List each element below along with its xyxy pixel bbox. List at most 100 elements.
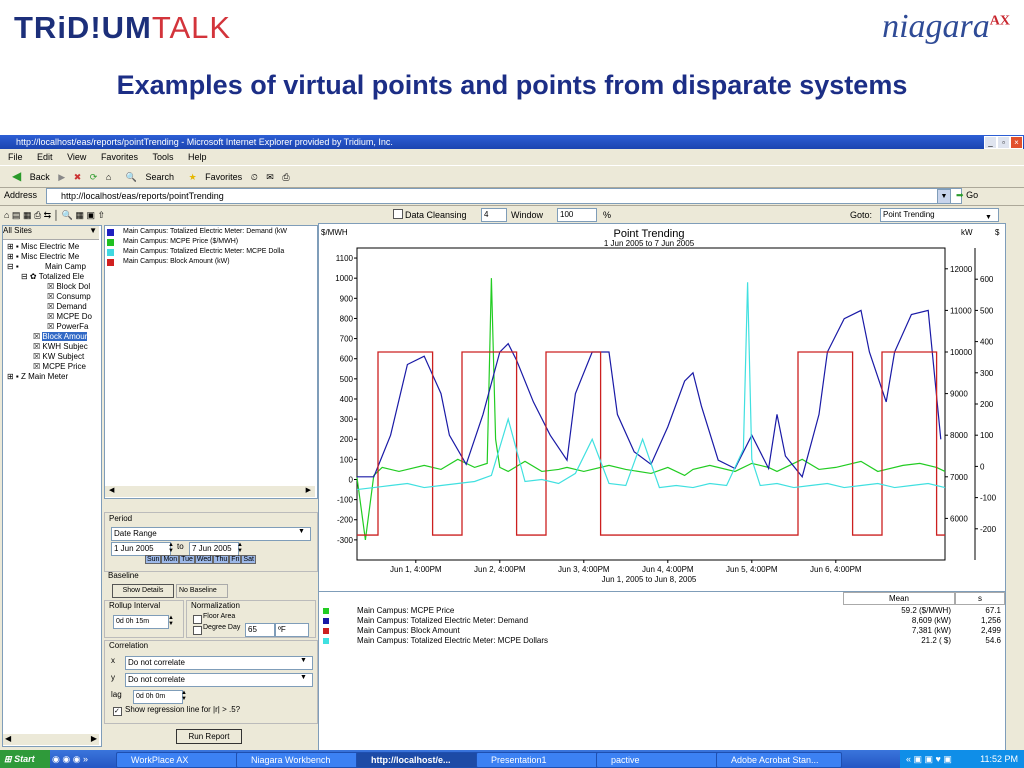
date-range-select[interactable]: Date Range bbox=[111, 527, 311, 541]
print-icon[interactable]: ⎙ bbox=[282, 172, 289, 182]
task-pactive[interactable]: pactive bbox=[596, 752, 722, 768]
tree-item[interactable]: ⊟ ✿ Totalized Ele bbox=[21, 272, 84, 281]
x-correlate-select[interactable]: Do not correlate bbox=[125, 656, 313, 670]
show-details-button[interactable]: Show Details bbox=[112, 584, 174, 598]
window-titlebar: http://localhost/eas/reports/pointTrendi… bbox=[0, 135, 1024, 149]
site-select[interactable]: All Sites ▼ bbox=[3, 226, 99, 240]
chevron-down-icon[interactable]: ▼ bbox=[300, 657, 307, 664]
day-button[interactable]: Tue bbox=[179, 555, 195, 564]
regression-checkbox[interactable]: ✓ bbox=[113, 707, 122, 716]
row-s: 67.1 bbox=[985, 606, 1001, 615]
tree-item[interactable]: ☒ KWH Subjec bbox=[33, 342, 88, 351]
refresh-icon[interactable]: ⟳ bbox=[90, 172, 98, 182]
home-icon[interactable]: ⌂ bbox=[106, 172, 111, 182]
address-input[interactable]: http://localhost/eas/reports/pointTrendi… bbox=[46, 188, 962, 204]
start-button[interactable]: ⊞ Start bbox=[0, 750, 50, 768]
back-button[interactable]: ◀ Back bbox=[6, 169, 50, 183]
menu-tools[interactable]: Tools bbox=[152, 152, 173, 162]
y-right2-tick-label: 0 bbox=[980, 462, 985, 471]
from-date-input[interactable]: 1 Jun 2005 bbox=[111, 542, 171, 556]
tree-item[interactable]: ⊟ ▪ Main Camp bbox=[7, 262, 86, 271]
chevron-down-icon[interactable]: ▼ bbox=[298, 528, 305, 535]
tree-item[interactable]: ⊞ ▪ Z Main Meter bbox=[7, 372, 68, 381]
maximize-button[interactable]: ▫ bbox=[997, 136, 1010, 149]
task-browser[interactable]: http://localhost/e... bbox=[356, 752, 482, 768]
search-button[interactable]: 🔍 Search bbox=[120, 172, 174, 182]
lag-spinner[interactable]: ▲ ▼ bbox=[181, 690, 187, 702]
tridium-talk-logo: TRiD!UMTALK bbox=[14, 10, 232, 45]
tree-item[interactable]: ☒ MCPE Price bbox=[33, 362, 86, 371]
data-cleansing-input[interactable]: 4 bbox=[481, 208, 507, 222]
address-label: Address bbox=[4, 190, 38, 200]
window-input[interactable]: 100 bbox=[557, 208, 597, 222]
floor-area-checkbox[interactable] bbox=[193, 615, 202, 624]
favorites-button[interactable]: ★ Favorites bbox=[183, 172, 243, 182]
tree-hscrollbar[interactable]: ◀ ▶ bbox=[3, 734, 99, 745]
task-workplace[interactable]: WorkPlace AX bbox=[116, 752, 242, 768]
day-button[interactable]: Thu bbox=[213, 555, 230, 564]
to-date-input[interactable]: 7 Jun 2005 bbox=[189, 542, 239, 556]
tree-item[interactable]: ☒ MCPE Do bbox=[47, 312, 92, 321]
day-button[interactable]: Sat bbox=[241, 555, 256, 564]
series-item[interactable]: Main Campus: Totalized Electric Meter: M… bbox=[123, 248, 284, 255]
tray-icons[interactable]: « ▣ ▣ ♥ ▣ bbox=[906, 754, 952, 764]
search-icon: 🔍 bbox=[125, 172, 138, 182]
data-cleansing-label: Data Cleansing bbox=[405, 210, 467, 220]
baseline-value[interactable]: No Baseline bbox=[176, 584, 228, 598]
y-right2-tick-label: -200 bbox=[980, 525, 997, 534]
day-button[interactable]: Wed bbox=[194, 555, 214, 564]
degree-day-checkbox[interactable] bbox=[193, 626, 202, 635]
chevron-down-icon[interactable]: ▼ bbox=[300, 674, 307, 681]
series-item[interactable]: Main Campus: MCPE Price ($/MWH) bbox=[123, 238, 238, 245]
day-button[interactable]: Sun bbox=[145, 555, 162, 564]
data-cleansing-checkbox[interactable] bbox=[393, 209, 403, 219]
series-hscrollbar[interactable]: ◀ ▶ bbox=[105, 486, 315, 497]
tree-item[interactable]: ⊞ ▪ Misc Electric Me bbox=[7, 242, 79, 251]
rollup-spinner[interactable]: ▲ ▼ bbox=[168, 615, 174, 627]
history-icon[interactable]: ⏲ bbox=[251, 172, 258, 182]
to-date-spinner[interactable]: ▲ ▼ bbox=[237, 542, 243, 554]
mail-icon[interactable]: ✉ bbox=[266, 172, 274, 182]
y-left-tick-label: 800 bbox=[340, 314, 354, 323]
stop-icon[interactable]: ✖ bbox=[74, 172, 82, 182]
y-right2-tick-label: 200 bbox=[980, 400, 994, 409]
floor-area-label: Floor Area bbox=[203, 613, 236, 620]
address-dropdown-icon[interactable]: ▼ bbox=[937, 189, 951, 204]
forward-icon[interactable]: ▶ bbox=[58, 172, 65, 182]
from-date-spinner[interactable]: ▲ ▼ bbox=[168, 542, 174, 554]
tree-item-selected[interactable]: ☒ Block Amour bbox=[33, 332, 88, 341]
task-niagara[interactable]: Niagara Workbench bbox=[236, 752, 362, 768]
menu-help[interactable]: Help bbox=[188, 152, 207, 162]
tree-item[interactable]: ☒ KW Subject bbox=[33, 352, 84, 361]
goto-select[interactable]: Point Trending bbox=[880, 208, 999, 222]
series-item[interactable]: Main Campus: Totalized Electric Meter: D… bbox=[123, 228, 287, 235]
day-button[interactable]: Fri bbox=[229, 555, 242, 564]
menu-edit[interactable]: Edit bbox=[37, 152, 53, 162]
tree-item[interactable]: ☒ Demand bbox=[47, 302, 87, 311]
day-button[interactable]: Mon bbox=[161, 555, 180, 564]
lag-input[interactable]: 0d 0h 0m bbox=[133, 690, 183, 704]
close-button[interactable]: × bbox=[1010, 136, 1023, 149]
toolbar-icons[interactable]: ⌂ ▤ ▦ ⎙ ⇆ │ 🔍 ▦ ▣ ⇧ bbox=[4, 210, 105, 220]
tree-item[interactable]: ☒ Consump bbox=[47, 292, 91, 301]
tree-item[interactable]: ☒ PowerFa bbox=[47, 322, 88, 331]
degree-unit-select[interactable]: ºF bbox=[275, 623, 309, 637]
y-left-tick-label: 400 bbox=[340, 395, 354, 404]
y-correlate-select[interactable]: Do not correlate bbox=[125, 673, 313, 687]
go-button[interactable]: ➡ Go bbox=[956, 187, 978, 204]
tree-item[interactable]: ☒ Block Dol bbox=[47, 282, 90, 291]
tree-item[interactable]: ⊞ ▪ Misc Electric Me bbox=[7, 252, 79, 261]
menu-favorites[interactable]: Favorites bbox=[101, 152, 138, 162]
rollup-input[interactable]: 0d 0h 15m bbox=[113, 615, 169, 629]
task-presentation[interactable]: Presentation1 bbox=[476, 752, 602, 768]
task-acrobat[interactable]: Adobe Acrobat Stan... bbox=[716, 752, 842, 768]
x-tick-label: Jun 2, 4:00PM bbox=[474, 565, 526, 574]
run-report-button[interactable]: Run Report bbox=[176, 729, 242, 744]
series-item[interactable]: Main Campus: Block Amount (kW) bbox=[123, 258, 230, 265]
x-tick-label: Jun 5, 4:00PM bbox=[726, 565, 778, 574]
minimize-button[interactable]: _ bbox=[984, 136, 997, 149]
menu-view[interactable]: View bbox=[67, 152, 86, 162]
menu-file[interactable]: File bbox=[8, 152, 23, 162]
quick-launch-icons[interactable]: ◉ ◉ ◉ » bbox=[52, 750, 88, 768]
degree-day-input[interactable]: 65 bbox=[245, 623, 275, 637]
